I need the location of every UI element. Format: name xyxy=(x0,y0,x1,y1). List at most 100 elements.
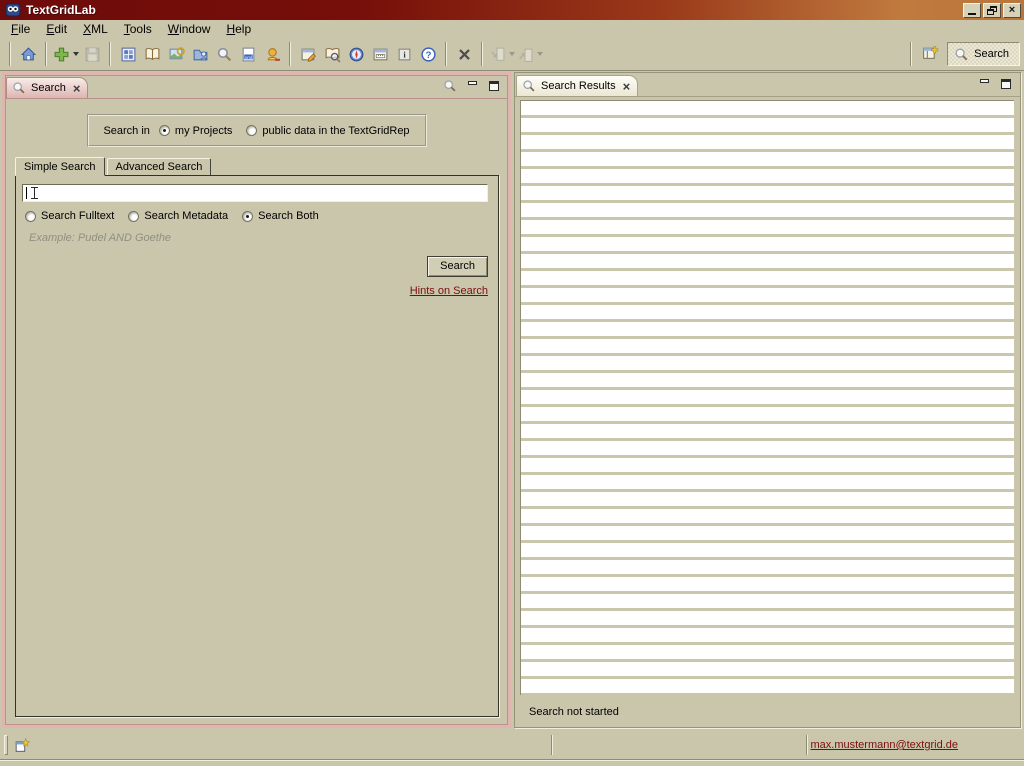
tab-advanced-search[interactable]: Advanced Search xyxy=(107,158,212,175)
svg-text:?: ? xyxy=(425,50,431,61)
tab-close-icon[interactable]: × xyxy=(73,84,81,93)
window-ruler-icon xyxy=(372,46,389,63)
dashboard-button[interactable] xyxy=(116,42,140,66)
result-row xyxy=(521,237,1014,251)
close-icon: × xyxy=(1009,5,1015,15)
view-maximize-button[interactable] xyxy=(485,78,503,93)
tab-close-icon[interactable]: × xyxy=(623,82,631,91)
radio-icon xyxy=(246,125,257,136)
delete-button[interactable] xyxy=(452,42,476,66)
search-query-input[interactable] xyxy=(22,184,488,202)
result-row xyxy=(521,645,1014,659)
results-table xyxy=(520,100,1014,695)
search-view-header: Search × xyxy=(5,75,508,99)
info-icon: i xyxy=(396,46,413,63)
fast-view-button[interactable] xyxy=(13,737,31,754)
radio-search-in-public-data-in-the-textgridrep[interactable]: public data in the TextGridRep xyxy=(246,125,409,137)
workbench-area: Search × Search in my Projects public dat… xyxy=(0,71,1024,730)
search-tool-button[interactable] xyxy=(212,42,236,66)
menu-item-edit[interactable]: Edit xyxy=(38,21,75,38)
dropdown-arrow-icon xyxy=(537,52,543,56)
result-row xyxy=(521,339,1014,353)
dictionary-button[interactable] xyxy=(140,42,164,66)
search-button[interactable]: Search xyxy=(427,256,488,277)
tab-search-results[interactable]: Search Results × xyxy=(516,75,638,96)
help-button[interactable]: ? xyxy=(416,42,440,66)
search-icon xyxy=(954,47,969,62)
user-admin-button[interactable] xyxy=(260,42,284,66)
toolbar-separator xyxy=(109,42,111,66)
menu-item-xml[interactable]: XML xyxy=(75,21,116,38)
result-row xyxy=(521,373,1014,387)
result-row xyxy=(521,526,1014,540)
menu-item-window[interactable]: Window xyxy=(160,21,219,38)
result-row xyxy=(521,390,1014,404)
result-row xyxy=(521,305,1014,319)
help-icon: ? xyxy=(420,46,437,63)
new-object-button[interactable] xyxy=(52,42,80,66)
result-row xyxy=(521,628,1014,642)
result-row xyxy=(521,135,1014,149)
minimize-icon xyxy=(968,13,976,15)
radio-search-in-my-projects[interactable]: my Projects xyxy=(159,125,232,137)
magnifier-icon xyxy=(443,79,457,93)
toolbar-separator xyxy=(45,42,47,66)
radio-mode-search-fulltext[interactable]: Search Fulltext xyxy=(25,210,114,222)
search-in-label: Search in xyxy=(103,125,149,137)
result-row xyxy=(521,288,1014,302)
image-link-button[interactable] xyxy=(164,42,188,66)
search-tabfolder: Simple SearchAdvanced Search Search Full… xyxy=(15,157,499,717)
radio-icon xyxy=(159,125,170,136)
perspective-search-button[interactable]: Search xyxy=(947,42,1020,66)
tab-simple-search[interactable]: Simple Search xyxy=(15,157,105,176)
radio-search-in-label-public-data-in-the-textgridrep: public data in the TextGridRep xyxy=(262,125,409,137)
tab-search-label: Search xyxy=(31,82,66,94)
statusbar-grip[interactable] xyxy=(4,735,8,755)
radio-mode-search-both[interactable]: Search Both xyxy=(242,210,319,222)
project-browser-button[interactable] xyxy=(188,42,212,66)
compass-icon xyxy=(348,46,365,63)
open-perspective-button[interactable] xyxy=(917,42,943,66)
result-row xyxy=(521,424,1014,438)
result-row xyxy=(521,203,1014,217)
navigator-button[interactable] xyxy=(344,42,368,66)
window-minimize-button[interactable] xyxy=(963,3,981,18)
radio-icon xyxy=(242,211,253,222)
menu-item-file[interactable]: File xyxy=(3,21,38,38)
result-row xyxy=(521,509,1014,523)
metadata-editor-button[interactable] xyxy=(368,42,392,66)
search-view-toolbar xyxy=(441,78,508,98)
review-button[interactable] xyxy=(320,42,344,66)
menu-item-tools[interactable]: Tools xyxy=(116,21,160,38)
home-button[interactable] xyxy=(16,42,40,66)
info-button[interactable]: i xyxy=(392,42,416,66)
menu-item-help[interactable]: Help xyxy=(218,21,259,38)
text-editor-button[interactable] xyxy=(296,42,320,66)
example-hint: Example: Pudel AND Goethe xyxy=(29,232,498,244)
view-minimize-button[interactable] xyxy=(975,76,993,91)
result-row xyxy=(521,322,1014,336)
result-row xyxy=(521,356,1014,370)
dropdown-arrow-icon[interactable] xyxy=(73,52,79,56)
logged-in-user-link[interactable]: max.mustermann@textgrid.de xyxy=(810,739,958,751)
book-magnifier-icon xyxy=(324,46,341,63)
maximize-icon xyxy=(489,81,499,91)
view-maximize-button[interactable] xyxy=(997,76,1015,91)
search-results-view-header: Search Results × xyxy=(515,73,1020,97)
window-restore-button[interactable] xyxy=(983,3,1001,18)
window-close-button[interactable]: × xyxy=(1003,3,1021,18)
perspective-bar: Search xyxy=(905,42,1020,66)
result-row xyxy=(521,543,1014,557)
result-row xyxy=(521,220,1014,234)
fast-view-icon xyxy=(13,745,30,757)
view-minimize-button[interactable] xyxy=(463,78,481,93)
tab-search[interactable]: Search × xyxy=(6,77,88,98)
radio-mode-search-metadata[interactable]: Search Metadata xyxy=(128,210,228,222)
hints-on-search-link[interactable]: Hints on Search xyxy=(410,285,488,297)
result-row xyxy=(521,152,1014,166)
view-search-action-button[interactable] xyxy=(441,78,459,93)
result-row xyxy=(521,611,1014,625)
xml-editor-button[interactable]: xml xyxy=(236,42,260,66)
open-book-icon xyxy=(144,46,161,63)
dashboard-grid-icon xyxy=(120,46,137,63)
